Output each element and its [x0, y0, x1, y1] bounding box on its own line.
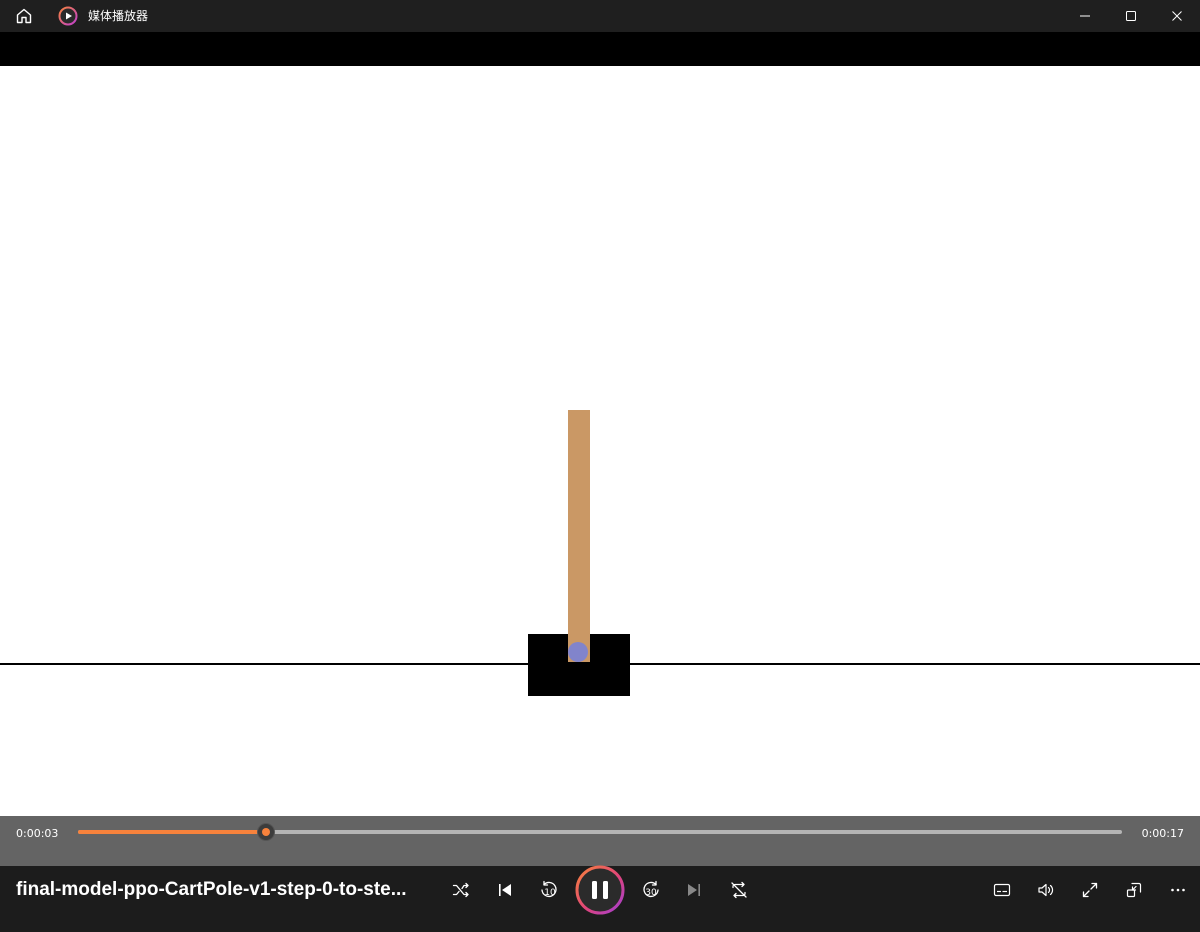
control-bar: final-model-ppo-CartPole-v1-step-0-to-st… [0, 864, 1200, 932]
seek-progress-fill [78, 830, 266, 834]
minimize-button[interactable] [1062, 0, 1108, 32]
previous-icon [499, 884, 511, 896]
repeat-button[interactable] [719, 874, 759, 906]
repeat-off-icon [731, 881, 747, 899]
minimize-icon [1080, 15, 1090, 17]
media-player-app-icon [58, 6, 78, 26]
title-bar: 媒体播放器 [0, 0, 1200, 32]
previous-button[interactable] [485, 874, 525, 906]
pause-icon [575, 865, 625, 915]
subtitles-icon [993, 883, 1011, 897]
skip-back-10-button[interactable]: 10 [529, 874, 569, 906]
pole [568, 410, 590, 662]
media-title: final-model-ppo-CartPole-v1-step-0-to-st… [16, 879, 407, 900]
skip-back-10-icon: 10 [541, 880, 557, 898]
volume-icon [1038, 883, 1054, 897]
maximize-button[interactable] [1108, 0, 1154, 32]
window-title: 媒体播放器 [88, 9, 149, 23]
skip-forward-30-icon: 30 [643, 880, 659, 898]
current-time: 0:00:03 [16, 827, 59, 840]
mini-player-icon [1126, 882, 1142, 898]
close-icon [1172, 11, 1182, 21]
next-button[interactable] [674, 874, 714, 906]
seek-slider[interactable] [78, 823, 1122, 841]
fullscreen-button[interactable] [1070, 874, 1110, 906]
close-button[interactable] [1154, 0, 1200, 32]
home-button[interactable] [8, 0, 40, 32]
shuffle-button[interactable] [441, 874, 481, 906]
skip-forward-30-button[interactable]: 30 [631, 874, 671, 906]
shuffle-icon [452, 882, 469, 898]
skip-forward-label: 30 [645, 888, 657, 898]
more-options-icon [1171, 888, 1185, 892]
pause-button[interactable] [574, 864, 626, 916]
letterbox-bar [0, 32, 1200, 66]
volume-button[interactable] [1026, 874, 1066, 906]
total-time: 0:00:17 [1141, 827, 1184, 840]
mini-player-button[interactable] [1114, 874, 1154, 906]
more-options-button[interactable] [1158, 874, 1198, 906]
axle [568, 642, 588, 662]
cartpole-frame [0, 410, 1200, 696]
seek-bar-panel: 0:00:03 0:00:17 [0, 816, 1200, 866]
next-icon [688, 884, 700, 896]
maximize-icon [1126, 11, 1136, 21]
skip-back-label: 10 [544, 888, 556, 898]
fullscreen-icon [1082, 882, 1098, 898]
home-icon [16, 8, 32, 24]
video-surface[interactable] [0, 66, 1200, 816]
subtitles-button[interactable] [982, 874, 1022, 906]
seek-thumb[interactable] [256, 823, 275, 841]
